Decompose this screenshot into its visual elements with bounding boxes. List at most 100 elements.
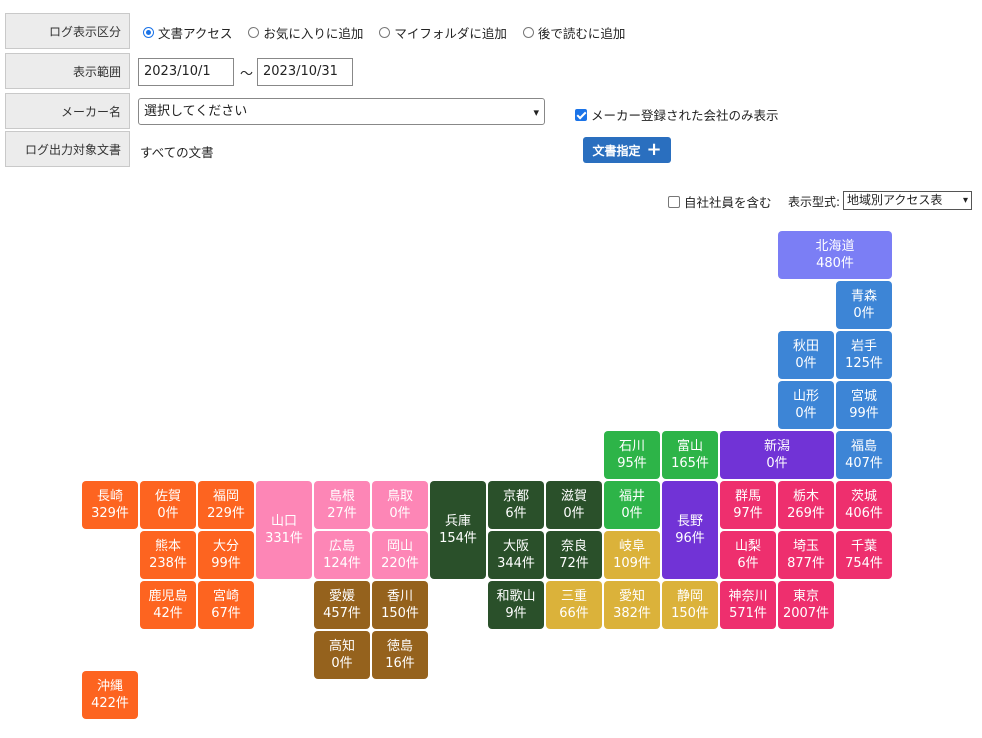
prefecture-count: 571件 bbox=[729, 606, 767, 621]
prefecture-count: 269件 bbox=[787, 506, 825, 521]
prefecture-count: 97件 bbox=[733, 506, 763, 521]
prefecture-tile[interactable]: 高知 0件 bbox=[314, 631, 370, 679]
prefecture-tile[interactable]: 鹿児島 42件 bbox=[140, 581, 196, 629]
prefecture-tile[interactable]: 福島 407件 bbox=[836, 431, 892, 479]
prefecture-tile[interactable]: 岐阜 109件 bbox=[604, 531, 660, 579]
prefecture-name: 岐阜 bbox=[618, 539, 645, 554]
prefecture-tile[interactable]: 宮崎 67件 bbox=[198, 581, 254, 629]
prefecture-count: 220件 bbox=[381, 556, 419, 571]
prefecture-tile[interactable]: 大阪 344件 bbox=[488, 531, 544, 579]
prefecture-tile[interactable]: 宮城 99件 bbox=[836, 381, 892, 429]
prefecture-tile[interactable]: 新潟 0件 bbox=[720, 431, 834, 479]
prefecture-tile[interactable]: 沖縄 422件 bbox=[82, 671, 138, 719]
prefecture-tile[interactable]: 滋賀 0件 bbox=[546, 481, 602, 529]
log-type-label: ログ表示区分 bbox=[5, 13, 130, 49]
prefecture-name: 長野 bbox=[676, 514, 703, 529]
prefecture-tile[interactable]: 徳島 16件 bbox=[372, 631, 428, 679]
prefecture-tile[interactable]: 茨城 406件 bbox=[836, 481, 892, 529]
prefecture-name: 鹿児島 bbox=[148, 589, 188, 604]
radio-indicator[interactable] bbox=[248, 26, 260, 38]
include-own-option[interactable]: 自社社員を含む bbox=[668, 192, 772, 211]
prefecture-name: 京都 bbox=[502, 489, 529, 504]
prefecture-count: 329件 bbox=[91, 506, 129, 521]
prefecture-tile[interactable]: 東京 2007件 bbox=[778, 581, 834, 629]
prefecture-name: 茨城 bbox=[850, 489, 877, 504]
prefecture-name: 長崎 bbox=[96, 489, 123, 504]
prefecture-tile[interactable]: 島根 27件 bbox=[314, 481, 370, 529]
prefecture-tile[interactable]: 秋田 0件 bbox=[778, 331, 834, 379]
radio-read-later[interactable]: 後で読むに追加 bbox=[522, 23, 625, 42]
prefecture-tile[interactable]: 福井 0件 bbox=[604, 481, 660, 529]
prefecture-count: 99件 bbox=[211, 556, 241, 571]
prefecture-count: 754件 bbox=[845, 556, 883, 571]
prefecture-tile[interactable]: 北海道 480件 bbox=[778, 231, 892, 279]
prefecture-tile[interactable]: 佐賀 0件 bbox=[140, 481, 196, 529]
radio-indicator[interactable] bbox=[143, 26, 154, 38]
prefecture-tile[interactable]: 三重 66件 bbox=[546, 581, 602, 629]
maker-select[interactable]: 選択してください ▾ bbox=[138, 98, 545, 125]
maker-only-checkbox[interactable] bbox=[575, 108, 587, 121]
prefecture-count: 42件 bbox=[153, 606, 183, 621]
prefecture-name: 大分 bbox=[212, 539, 239, 554]
prefecture-tile[interactable]: 鳥取 0件 bbox=[372, 481, 428, 529]
radio-add-favorite[interactable]: お気に入りに追加 bbox=[248, 23, 363, 42]
prefecture-count: 0件 bbox=[157, 506, 179, 521]
prefecture-tile[interactable]: 青森 0件 bbox=[836, 281, 892, 329]
radio-indicator[interactable] bbox=[522, 26, 534, 38]
prefecture-tile[interactable]: 石川 95件 bbox=[604, 431, 660, 479]
display-type-select[interactable]: 地域別アクセス表 ▾ bbox=[843, 191, 972, 210]
prefecture-tile[interactable]: 岩手 125件 bbox=[836, 331, 892, 379]
prefecture-count: 124件 bbox=[323, 556, 361, 571]
prefecture-name: 佐賀 bbox=[154, 489, 181, 504]
prefecture-count: 109件 bbox=[613, 556, 651, 571]
prefecture-tile[interactable]: 山形 0件 bbox=[778, 381, 834, 429]
prefecture-name: 沖縄 bbox=[96, 679, 123, 694]
prefecture-count: 6件 bbox=[737, 556, 759, 571]
prefecture-count: 6件 bbox=[505, 506, 527, 521]
prefecture-count: 457件 bbox=[323, 606, 361, 621]
doc-select-label: 文書指定 bbox=[592, 143, 641, 158]
prefecture-count: 229件 bbox=[207, 506, 245, 521]
include-own-checkbox[interactable] bbox=[668, 195, 680, 208]
prefecture-tile[interactable]: 千葉 754件 bbox=[836, 531, 892, 579]
prefecture-tile[interactable]: 京都 6件 bbox=[488, 481, 544, 529]
prefecture-tile[interactable]: 大分 99件 bbox=[198, 531, 254, 579]
prefecture-tile[interactable]: 和歌山 9件 bbox=[488, 581, 544, 629]
prefecture-tile[interactable]: 熊本 238件 bbox=[140, 531, 196, 579]
radio-indicator[interactable] bbox=[379, 26, 391, 38]
date-to-input[interactable]: 2023/10/31 bbox=[257, 58, 353, 86]
prefecture-tile[interactable]: 奈良 72件 bbox=[546, 531, 602, 579]
radio-add-myfolder[interactable]: マイフォルダに追加 bbox=[379, 23, 507, 42]
doc-select-button[interactable]: 文書指定 + bbox=[583, 137, 671, 163]
prefecture-tile[interactable]: 広島 124件 bbox=[314, 531, 370, 579]
prefecture-tile[interactable]: 愛知 382件 bbox=[604, 581, 660, 629]
prefecture-tile[interactable]: 山梨 6件 bbox=[720, 531, 776, 579]
prefecture-name: 山形 bbox=[792, 389, 819, 404]
prefecture-tile[interactable]: 神奈川 571件 bbox=[720, 581, 776, 629]
prefecture-tile[interactable]: 福岡 229件 bbox=[198, 481, 254, 529]
prefecture-tile[interactable]: 群馬 97件 bbox=[720, 481, 776, 529]
prefecture-tile[interactable]: 兵庫 154件 bbox=[430, 481, 486, 579]
prefecture-tile[interactable]: 長野 96件 bbox=[662, 481, 718, 579]
date-from-input[interactable]: 2023/10/1 bbox=[138, 58, 234, 86]
prefecture-tile[interactable]: 埼玉 877件 bbox=[778, 531, 834, 579]
prefecture-name: 広島 bbox=[328, 539, 355, 554]
prefecture-tile[interactable]: 山口 331件 bbox=[256, 481, 312, 579]
radio-label: 文書アクセス bbox=[158, 25, 233, 41]
prefecture-name: 岡山 bbox=[386, 539, 413, 554]
prefecture-tile[interactable]: 岡山 220件 bbox=[372, 531, 428, 579]
prefecture-tile[interactable]: 静岡 150件 bbox=[662, 581, 718, 629]
prefecture-count: 0件 bbox=[563, 506, 585, 521]
prefecture-count: 0件 bbox=[853, 306, 875, 321]
maker-only-option[interactable]: メーカー登録された会社のみ表示 bbox=[575, 105, 779, 124]
prefecture-tile[interactable]: 愛媛 457件 bbox=[314, 581, 370, 629]
prefecture-tile[interactable]: 富山 165件 bbox=[662, 431, 718, 479]
radio-document-access[interactable]: 文書アクセス bbox=[143, 23, 232, 42]
radio-label: マイフォルダに追加 bbox=[394, 25, 507, 41]
date-separator: 〜 bbox=[240, 67, 254, 82]
prefecture-tile[interactable]: 香川 150件 bbox=[372, 581, 428, 629]
prefecture-tile[interactable]: 栃木 269件 bbox=[778, 481, 834, 529]
prefecture-count: 238件 bbox=[149, 556, 187, 571]
prefecture-tile[interactable]: 長崎 329件 bbox=[82, 481, 138, 529]
prefecture-count: 154件 bbox=[439, 531, 477, 546]
